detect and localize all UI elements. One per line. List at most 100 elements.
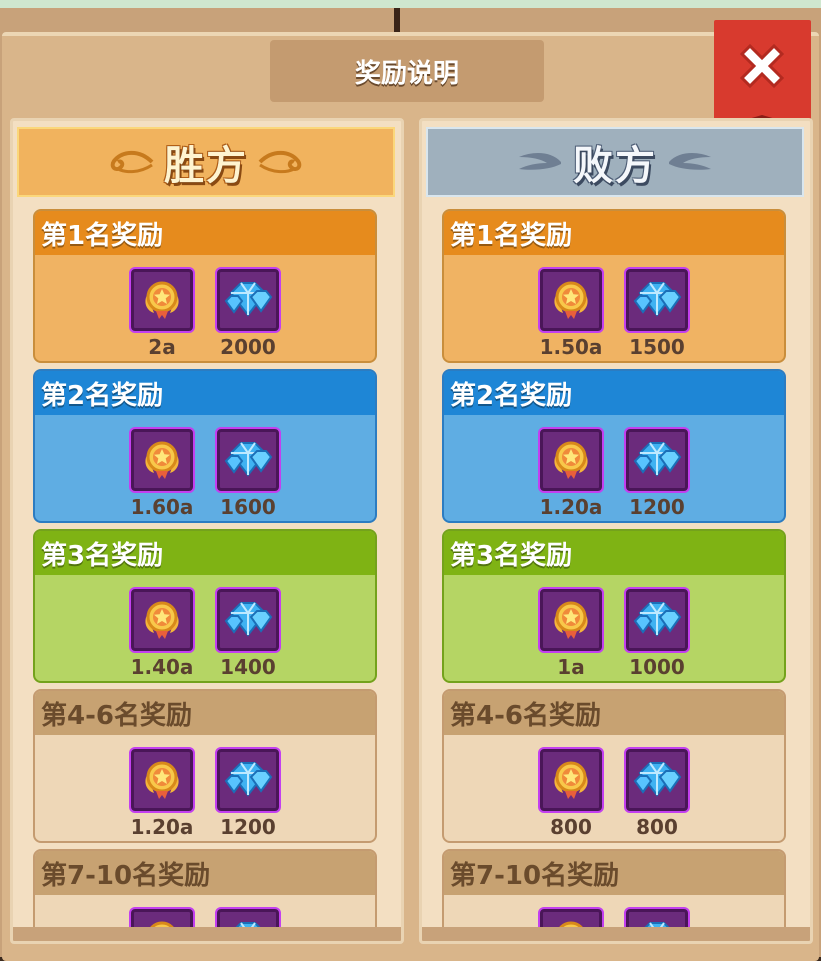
reward-item[interactable]: 1.20a — [128, 747, 196, 839]
reward-rank-band: 第3名奖励 — [444, 531, 784, 575]
winner-header: 胜方 — [17, 127, 395, 197]
reward-card: 第3名奖励 1.40a 1400 — [33, 529, 377, 683]
reward-quantity: 800 — [636, 815, 678, 839]
reward-rank-label: 第3名奖励 — [450, 540, 573, 571]
reward-items: 2a 2000 — [35, 267, 375, 359]
reward-card: 第2名奖励 1.20a 1200 — [442, 369, 786, 523]
diamond-slot[interactable] — [215, 267, 281, 333]
winner-column: 胜方 第1名奖励 2a 2000 第2名奖励 1.60a 1600 第3名奖励 1.40a 14… — [10, 118, 404, 944]
reward-quantity: 1000 — [629, 655, 685, 679]
reward-item[interactable]: 1400 — [214, 587, 282, 679]
reward-item[interactable]: 800 — [537, 747, 605, 839]
badge-slot[interactable] — [538, 587, 604, 653]
dialog-title-box: 奖励说明 — [270, 40, 544, 102]
diamond-icon — [632, 275, 682, 325]
wing-ornament-left-icon — [519, 152, 561, 170]
swirl-ornament-right-icon — [258, 150, 302, 174]
reward-items: 1.20a 1200 — [35, 747, 375, 839]
reward-item[interactable]: 1200 — [623, 427, 691, 519]
reward-rank-label: 第2名奖励 — [450, 380, 573, 411]
list-bottom-edge — [422, 927, 810, 941]
diamond-slot[interactable] — [624, 747, 690, 813]
reward-item[interactable]: 2a — [128, 267, 196, 359]
reward-items: 800 800 — [444, 747, 784, 839]
badge-slot[interactable] — [129, 587, 195, 653]
reward-item[interactable]: 1.20a — [537, 427, 605, 519]
reward-rank-band: 第1名奖励 — [35, 211, 375, 255]
reward-card: 第2名奖励 1.60a 1600 — [33, 369, 377, 523]
badge-slot[interactable] — [538, 747, 604, 813]
reward-card: 第3名奖励 1a 1000 — [442, 529, 786, 683]
badge-icon — [139, 275, 185, 325]
close-button[interactable] — [714, 20, 811, 129]
diamond-slot[interactable] — [624, 587, 690, 653]
badge-icon — [548, 275, 594, 325]
reward-quantity: 1a — [557, 655, 585, 679]
reward-rank-label: 第4-6名奖励 — [450, 700, 601, 731]
reward-item[interactable]: 1200 — [214, 747, 282, 839]
diamond-icon — [223, 755, 273, 805]
reward-item[interactable]: 1a — [537, 587, 605, 679]
badge-slot[interactable] — [129, 427, 195, 493]
badge-icon — [548, 755, 594, 805]
diamond-slot[interactable] — [215, 747, 281, 813]
reward-quantity: 1.20a — [130, 815, 194, 839]
reward-rank-band: 第2名奖励 — [444, 371, 784, 415]
diamond-icon — [223, 435, 273, 485]
diamond-slot[interactable] — [624, 267, 690, 333]
loser-title: 败方 — [573, 143, 657, 189]
reward-items: 1.20a 1200 — [444, 427, 784, 519]
diamond-slot[interactable] — [215, 427, 281, 493]
reward-rank-label: 第4-6名奖励 — [41, 700, 192, 731]
badge-slot[interactable] — [538, 427, 604, 493]
reward-item[interactable]: 1.50a — [537, 267, 605, 359]
reward-rank-label: 第3名奖励 — [41, 540, 164, 571]
wing-ornament-right-icon — [669, 152, 711, 170]
reward-card: 第1名奖励 1.50a 1500 — [442, 209, 786, 363]
reward-items: 1.50a 1500 — [444, 267, 784, 359]
badge-icon — [139, 755, 185, 805]
reward-item[interactable]: 1500 — [623, 267, 691, 359]
diamond-slot[interactable] — [624, 427, 690, 493]
reward-item[interactable]: 2000 — [214, 267, 282, 359]
reward-rank-label: 第2名奖励 — [41, 380, 164, 411]
reward-rank-band: 第7-10名奖励 — [444, 851, 784, 895]
reward-quantity: 1600 — [220, 495, 276, 519]
reward-item[interactable]: 1.40a — [128, 587, 196, 679]
reward-quantity: 1200 — [629, 495, 685, 519]
reward-rank-band: 第4-6名奖励 — [35, 691, 375, 735]
winner-reward-list[interactable]: 第1名奖励 2a 2000 第2名奖励 1.60a 1600 第3名奖励 1.40a 1400 第… — [33, 209, 377, 941]
close-x-icon — [739, 43, 785, 89]
diamond-slot[interactable] — [215, 587, 281, 653]
reward-rank-label: 第1名奖励 — [41, 220, 164, 251]
badge-icon — [548, 595, 594, 645]
dialog-title: 奖励说明 — [354, 58, 459, 89]
reward-item[interactable]: 1.60a — [128, 427, 196, 519]
loser-header: 败方 — [426, 127, 804, 197]
diamond-icon — [632, 435, 682, 485]
reward-quantity: 800 — [550, 815, 592, 839]
reward-quantity: 2000 — [220, 335, 276, 359]
swirl-ornament-left-icon — [110, 150, 154, 174]
badge-slot[interactable] — [129, 267, 195, 333]
badge-slot[interactable] — [129, 747, 195, 813]
reward-rank-band: 第4-6名奖励 — [444, 691, 784, 735]
top-strip — [0, 0, 821, 8]
reward-card: 第1名奖励 2a 2000 — [33, 209, 377, 363]
reward-rank-band: 第3名奖励 — [35, 531, 375, 575]
reward-item[interactable]: 800 — [623, 747, 691, 839]
reward-items: 1.60a 1600 — [35, 427, 375, 519]
reward-rank-label: 第7-10名奖励 — [41, 860, 211, 891]
diamond-icon — [632, 755, 682, 805]
reward-item[interactable]: 1000 — [623, 587, 691, 679]
reward-rank-band: 第7-10名奖励 — [35, 851, 375, 895]
loser-reward-list[interactable]: 第1名奖励 1.50a 1500 第2名奖励 1.20a 1200 第3名奖励 1a 1000 第… — [442, 209, 786, 941]
reward-quantity: 1400 — [220, 655, 276, 679]
reward-items: 1a 1000 — [444, 587, 784, 679]
diamond-icon — [632, 595, 682, 645]
diamond-icon — [223, 595, 273, 645]
badge-slot[interactable] — [538, 267, 604, 333]
reward-item[interactable]: 1600 — [214, 427, 282, 519]
reward-card: 第4-6名奖励 800 800 — [442, 689, 786, 843]
list-bottom-edge — [13, 927, 401, 941]
